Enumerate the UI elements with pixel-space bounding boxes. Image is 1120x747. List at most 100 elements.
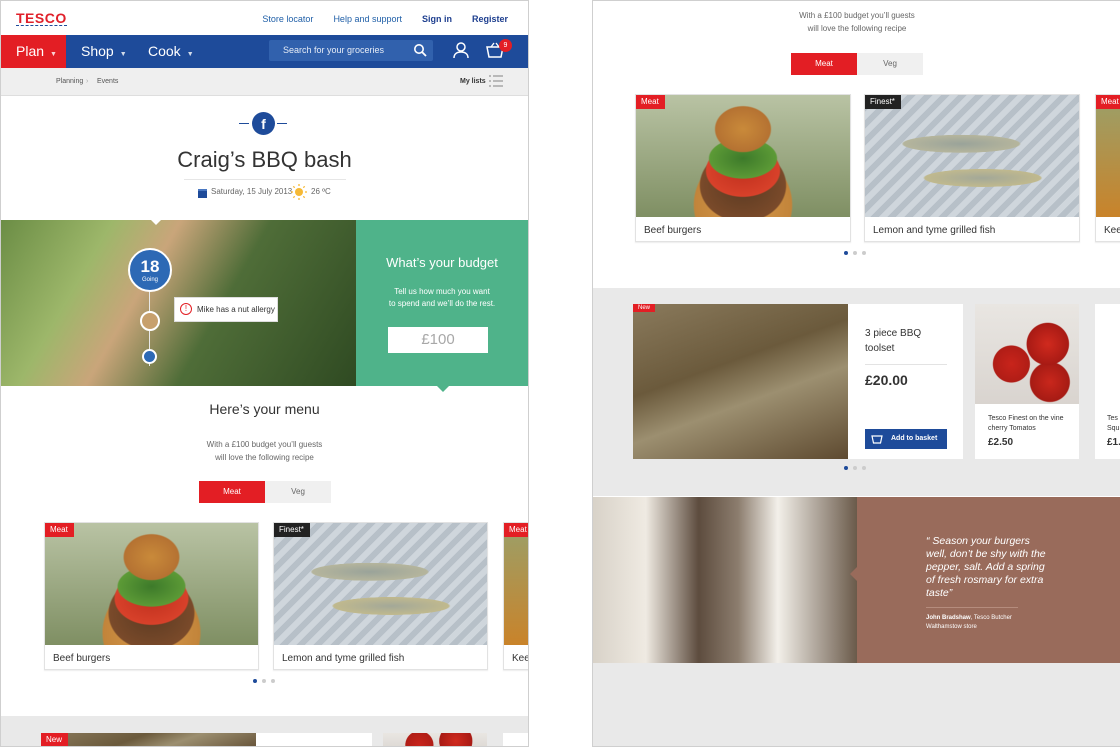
sun-icon (291, 184, 307, 205)
beef-burger-image (636, 95, 850, 217)
carousel-dot[interactable] (844, 251, 848, 255)
tomatoes-image (383, 733, 487, 746)
recipe-card[interactable]: Finest* Lemon and tyme grilled fish (864, 94, 1080, 242)
photo-notch (149, 218, 163, 225)
going-count-badge[interactable]: 18 Going (128, 248, 172, 292)
grilled-fish-image (274, 523, 487, 645)
budget-heading: What’s your budget (386, 255, 498, 270)
nav-cook[interactable]: Cook ▼ (148, 35, 194, 68)
tab-meat[interactable]: Meat (791, 53, 857, 75)
product-name: Tes Squ (1107, 415, 1120, 432)
calendar-icon (198, 189, 207, 198)
budget-panel: What’s your budget Tell us how much you … (356, 220, 528, 386)
event-title: Craig’s BBQ bash (177, 147, 352, 172)
budget-notch (435, 384, 451, 392)
basket-icon (871, 433, 883, 453)
finest-tag: Finest* (274, 523, 310, 537)
carousel-dot[interactable] (271, 679, 275, 683)
account-icon[interactable] (452, 41, 470, 64)
left-screen: TESCO Store locator Help and support Sig… (0, 0, 529, 747)
menu-subtitle: With a £100 budget you’ll guests will lov… (206, 440, 323, 462)
menu-filter-tabs: Meat Veg (791, 53, 923, 75)
tesco-logo[interactable]: TESCO (16, 10, 67, 26)
meat-tag: Meat (636, 95, 665, 109)
product-card[interactable] (503, 733, 528, 746)
quote-notch (850, 567, 857, 581)
sign-in-link[interactable]: Sign in (422, 14, 452, 24)
finest-tag: Finest* (865, 95, 901, 109)
grilled-fish-image (865, 95, 1079, 217)
facebook-icon[interactable]: f (252, 112, 275, 135)
recipe-card-partial[interactable]: Meat Kee (1095, 94, 1120, 242)
search-input[interactable]: Search for your groceries (269, 40, 433, 61)
help-link[interactable]: Help and support (333, 14, 402, 24)
carousel-dot[interactable] (253, 679, 257, 683)
product-card-toolset[interactable]: New 3 piece BBQ toolset £20.00 Add to bas… (633, 304, 963, 459)
product-card[interactable] (256, 733, 372, 746)
meat-tag: Meat (1096, 95, 1120, 109)
recipe-card-partial[interactable]: Meat Kee (503, 522, 529, 670)
carousel-dot[interactable] (262, 679, 266, 683)
carousel-dot[interactable] (862, 466, 866, 470)
new-tag: New (633, 304, 656, 312)
bbq-toolset-image (633, 304, 848, 459)
carousel-dots (844, 466, 866, 470)
recipe-name: Kee (1104, 225, 1120, 236)
chevron-down-icon: ▼ (119, 51, 127, 58)
comment-icon[interactable] (142, 349, 157, 364)
top-bar: TESCO Store locator Help and support Sig… (1, 1, 528, 35)
add-to-basket-button[interactable]: Add to basket (865, 429, 947, 449)
product-card-tomatoes[interactable]: Tesco Finest on the vine cherry Tomatos £… (975, 304, 1079, 459)
beef-burger-image (45, 523, 258, 645)
chevron-down-icon: ▼ (50, 51, 57, 58)
recipe-name: Beef burgers (644, 225, 702, 236)
basket-count-badge: 9 (499, 39, 512, 52)
product-price: £20.00 (865, 372, 908, 388)
nav-plan[interactable]: Plan ▼ (1, 35, 66, 68)
recipe-card[interactable]: Finest* Lemon and tyme grilled fish (273, 522, 488, 670)
carousel-dot[interactable] (844, 466, 848, 470)
tab-veg[interactable]: Veg (857, 53, 923, 75)
avatar[interactable] (140, 311, 160, 331)
quote-author: John Bradshaw, Tesco Butcher Walthamstow… (926, 615, 1012, 630)
recipe-name: Kee (512, 653, 529, 664)
budget-input[interactable]: £100 (388, 327, 488, 353)
carousel-dot[interactable] (862, 251, 866, 255)
carousel-dot[interactable] (853, 466, 857, 470)
breadcrumb: Planning › Events My lists (1, 68, 528, 96)
products-section: New 3 piece BBQ toolset £20.00 Add to bas… (593, 288, 1120, 496)
recipe-card[interactable]: Meat Beef burgers (44, 522, 259, 670)
register-link[interactable]: Register (472, 14, 508, 24)
recipe-name: Lemon and tyme grilled fish (282, 653, 405, 664)
top-links: Store locator Help and support Sign in R… (262, 14, 508, 24)
chevron-right-icon: › (86, 78, 89, 85)
tab-meat[interactable]: Meat (199, 481, 265, 503)
meat-tag: Meat (504, 523, 528, 537)
menu-heading: Here’s your menu (209, 401, 320, 417)
new-tag: New (41, 733, 69, 746)
divider (184, 179, 346, 180)
breadcrumb-events[interactable]: Events (97, 78, 118, 85)
chevron-down-icon: ▼ (186, 51, 194, 58)
right-screen: With a £100 budget you’ll guests will lov… (592, 0, 1120, 747)
product-price: £2.50 (988, 437, 1014, 448)
recipe-card[interactable]: Meat Beef burgers (635, 94, 851, 242)
product-price: £1. (1107, 437, 1120, 448)
product-name: Tesco Finest on the vine cherry Tomatos (988, 415, 1064, 432)
nav-shop[interactable]: Shop ▼ (81, 35, 127, 68)
carousel-dot[interactable] (853, 251, 857, 255)
search-icon[interactable] (413, 43, 427, 65)
list-icon[interactable] (489, 75, 503, 89)
my-lists-link[interactable]: My lists (460, 78, 486, 85)
recipe-name: Beef burgers (53, 653, 111, 664)
divider (277, 123, 287, 124)
store-locator-link[interactable]: Store locator (262, 14, 313, 24)
footer-area (593, 663, 1120, 746)
breadcrumb-planning[interactable]: Planning (56, 78, 83, 85)
recipe-name: Lemon and tyme grilled fish (873, 225, 996, 236)
main-nav: Plan ▼ Shop ▼ Cook ▼ 9 (1, 35, 528, 68)
tab-veg[interactable]: Veg (265, 481, 331, 503)
divider (865, 364, 947, 365)
budget-text: Tell us how much you want to spend and we… (388, 287, 496, 308)
product-card-partial[interactable]: Tes Squ £1. (1095, 304, 1120, 459)
